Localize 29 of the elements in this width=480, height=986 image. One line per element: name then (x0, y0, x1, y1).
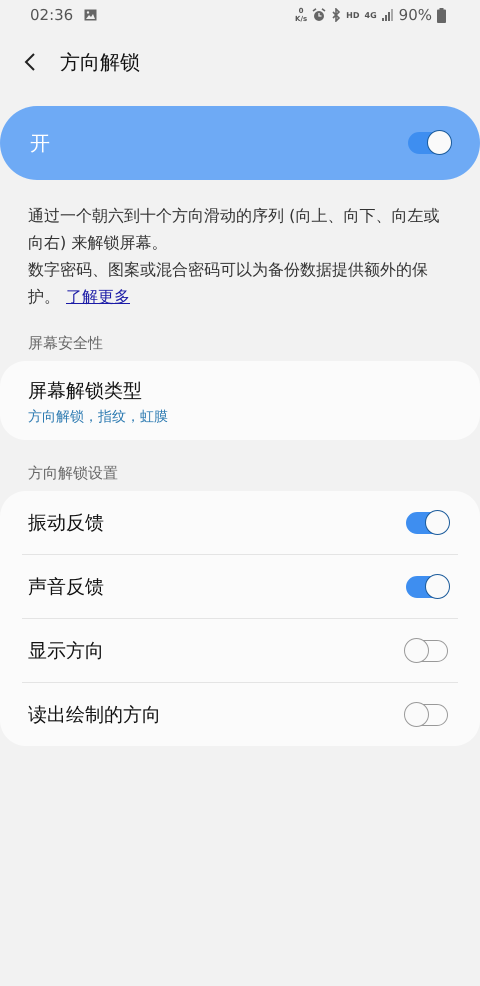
settings-item[interactable]: 屏幕解锁类型 方向解锁，指纹，虹膜 (0, 361, 480, 440)
signal-icon (382, 9, 394, 21)
network-type: 4G (364, 10, 377, 20)
battery-percent: 90% (398, 6, 432, 24)
toggle-switch[interactable] (406, 512, 448, 534)
section-header: 方向解锁设置 (27, 463, 119, 484)
toggle-switch[interactable] (406, 576, 448, 598)
item-title: 声音反馈 (28, 574, 104, 600)
item-title: 振动反馈 (28, 510, 104, 536)
battery-icon (437, 8, 446, 22)
back-icon (24, 52, 36, 72)
status-time: 02:36 (30, 6, 74, 24)
learn-more-link[interactable]: 了解更多 (66, 287, 130, 306)
alarm-icon (312, 8, 326, 22)
switch-label: 开 (30, 130, 50, 156)
description-text: 数字密码、图案或混合密码可以为备份数据提供额外的保护。 了解更多 (28, 259, 429, 308)
bluetooth-icon (331, 8, 342, 22)
toggle-switch[interactable] (408, 132, 450, 154)
image-icon (84, 9, 98, 21)
page-title: 方向解锁 (60, 48, 140, 76)
section-header: 屏幕安全性 (27, 333, 104, 354)
hd-indicator: HD (346, 10, 360, 20)
toggle-switch[interactable] (406, 640, 448, 662)
item-title: 读出绘制的方向 (28, 702, 161, 728)
item-subtitle: 方向解锁，指纹，虹膜 (28, 408, 169, 426)
toggle-switch[interactable] (406, 704, 448, 726)
item-title: 屏幕解锁类型 (28, 379, 143, 404)
item-title: 显示方向 (28, 638, 104, 664)
description-text: 通过一个朝六到十个方向滑动的序列 (向上、向下、向左或向右) 来解锁屏幕。 (28, 205, 440, 254)
